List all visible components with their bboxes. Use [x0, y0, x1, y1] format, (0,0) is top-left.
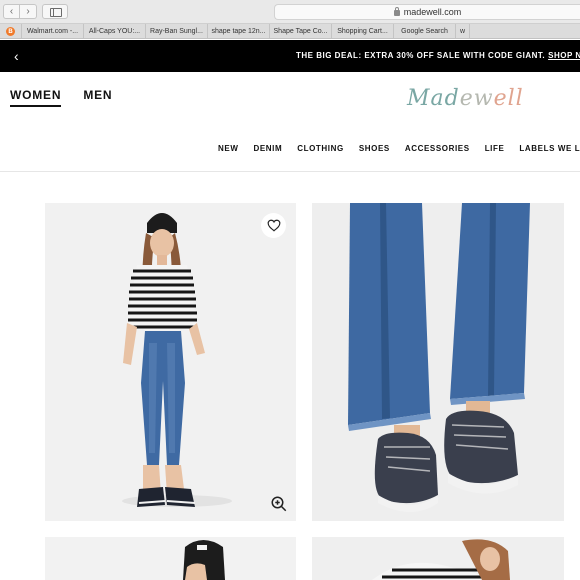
sidebar-icon[interactable]	[42, 4, 68, 19]
gender-nav: WOMEN MEN	[10, 88, 112, 107]
model-partial-illustration-2	[372, 539, 510, 580]
history-buttons: ‹ ›	[3, 4, 37, 19]
bookmarks-bar: B Walmart.com -... All-Caps YOU:... Ray-…	[0, 24, 580, 39]
product-image-fourth[interactable]	[312, 537, 564, 580]
favorite-button[interactable]	[261, 213, 286, 238]
promo-banner: ‹ THE BIG DEAL: EXTRA 30% OFF SALE WITH …	[0, 40, 580, 72]
product-image-main[interactable]	[45, 203, 296, 521]
promo-text: THE BIG DEAL: EXTRA 30% OFF SALE WITH CO…	[296, 51, 546, 60]
nav-accessories[interactable]: ACCESSORIES	[405, 144, 470, 153]
shop-now-link[interactable]: SHOP NOW	[548, 51, 580, 60]
back-button[interactable]: ‹	[3, 4, 20, 19]
nav-men[interactable]: MEN	[83, 88, 112, 107]
promo-prev-arrow-icon[interactable]: ‹	[14, 49, 19, 63]
bookmark-item[interactable]: Shape Tape Co...	[270, 24, 332, 38]
nav-labels-we-love[interactable]: LABELS WE LO	[519, 144, 580, 153]
logo-part: Mad	[407, 86, 460, 111]
url-text: madewell.com	[403, 7, 462, 17]
bookmark-item[interactable]: w	[456, 24, 470, 38]
bookmark-item[interactable]: shape tape 12n...	[208, 24, 270, 38]
product-image-third[interactable]	[45, 537, 296, 580]
logo-part: ell	[493, 86, 524, 111]
product-image-detail[interactable]	[312, 203, 564, 521]
nav-life[interactable]: LIFE	[485, 144, 505, 153]
forward-button[interactable]: ›	[20, 4, 37, 19]
bookmark-item[interactable]: Walmart.com -...	[22, 24, 84, 38]
zoom-button[interactable]	[270, 495, 288, 513]
bookmark-item[interactable]: Google Search	[394, 24, 456, 38]
category-nav: NEW DENIM CLOTHING SHOES ACCESSORIES LIF…	[218, 144, 580, 153]
address-bar[interactable]: madewell.com	[274, 4, 580, 20]
nav-shoes[interactable]: SHOES	[359, 144, 390, 153]
logo-part: ew	[459, 86, 494, 111]
promo-message: THE BIG DEAL: EXTRA 30% OFF SALE WITH CO…	[296, 51, 580, 60]
zoom-in-icon	[271, 496, 287, 512]
bookmark-item[interactable]: Ray-Ban Sungl...	[146, 24, 208, 38]
bookmark-icon: B	[6, 27, 15, 36]
bookmark-item[interactable]: Shopping Cart...	[332, 24, 394, 38]
model-partial-illustration	[183, 540, 225, 580]
nav-women[interactable]: WOMEN	[10, 88, 62, 107]
bookmark-item[interactable]: All-Caps YOU:...	[84, 24, 146, 38]
heart-icon	[267, 219, 280, 232]
bookmark-favicon[interactable]: B	[0, 24, 22, 38]
nav-denim[interactable]: DENIM	[253, 144, 282, 153]
browser-toolbar: ‹ › madewell.com	[0, 0, 580, 24]
denim-detail-illustration	[348, 203, 530, 512]
lock-icon	[393, 7, 400, 16]
nav-clothing[interactable]: CLOTHING	[297, 144, 344, 153]
nav-new[interactable]: NEW	[218, 144, 238, 153]
header-divider	[0, 171, 580, 172]
model-illustration	[122, 213, 232, 507]
madewell-logo[interactable]: Madewell	[407, 86, 524, 111]
